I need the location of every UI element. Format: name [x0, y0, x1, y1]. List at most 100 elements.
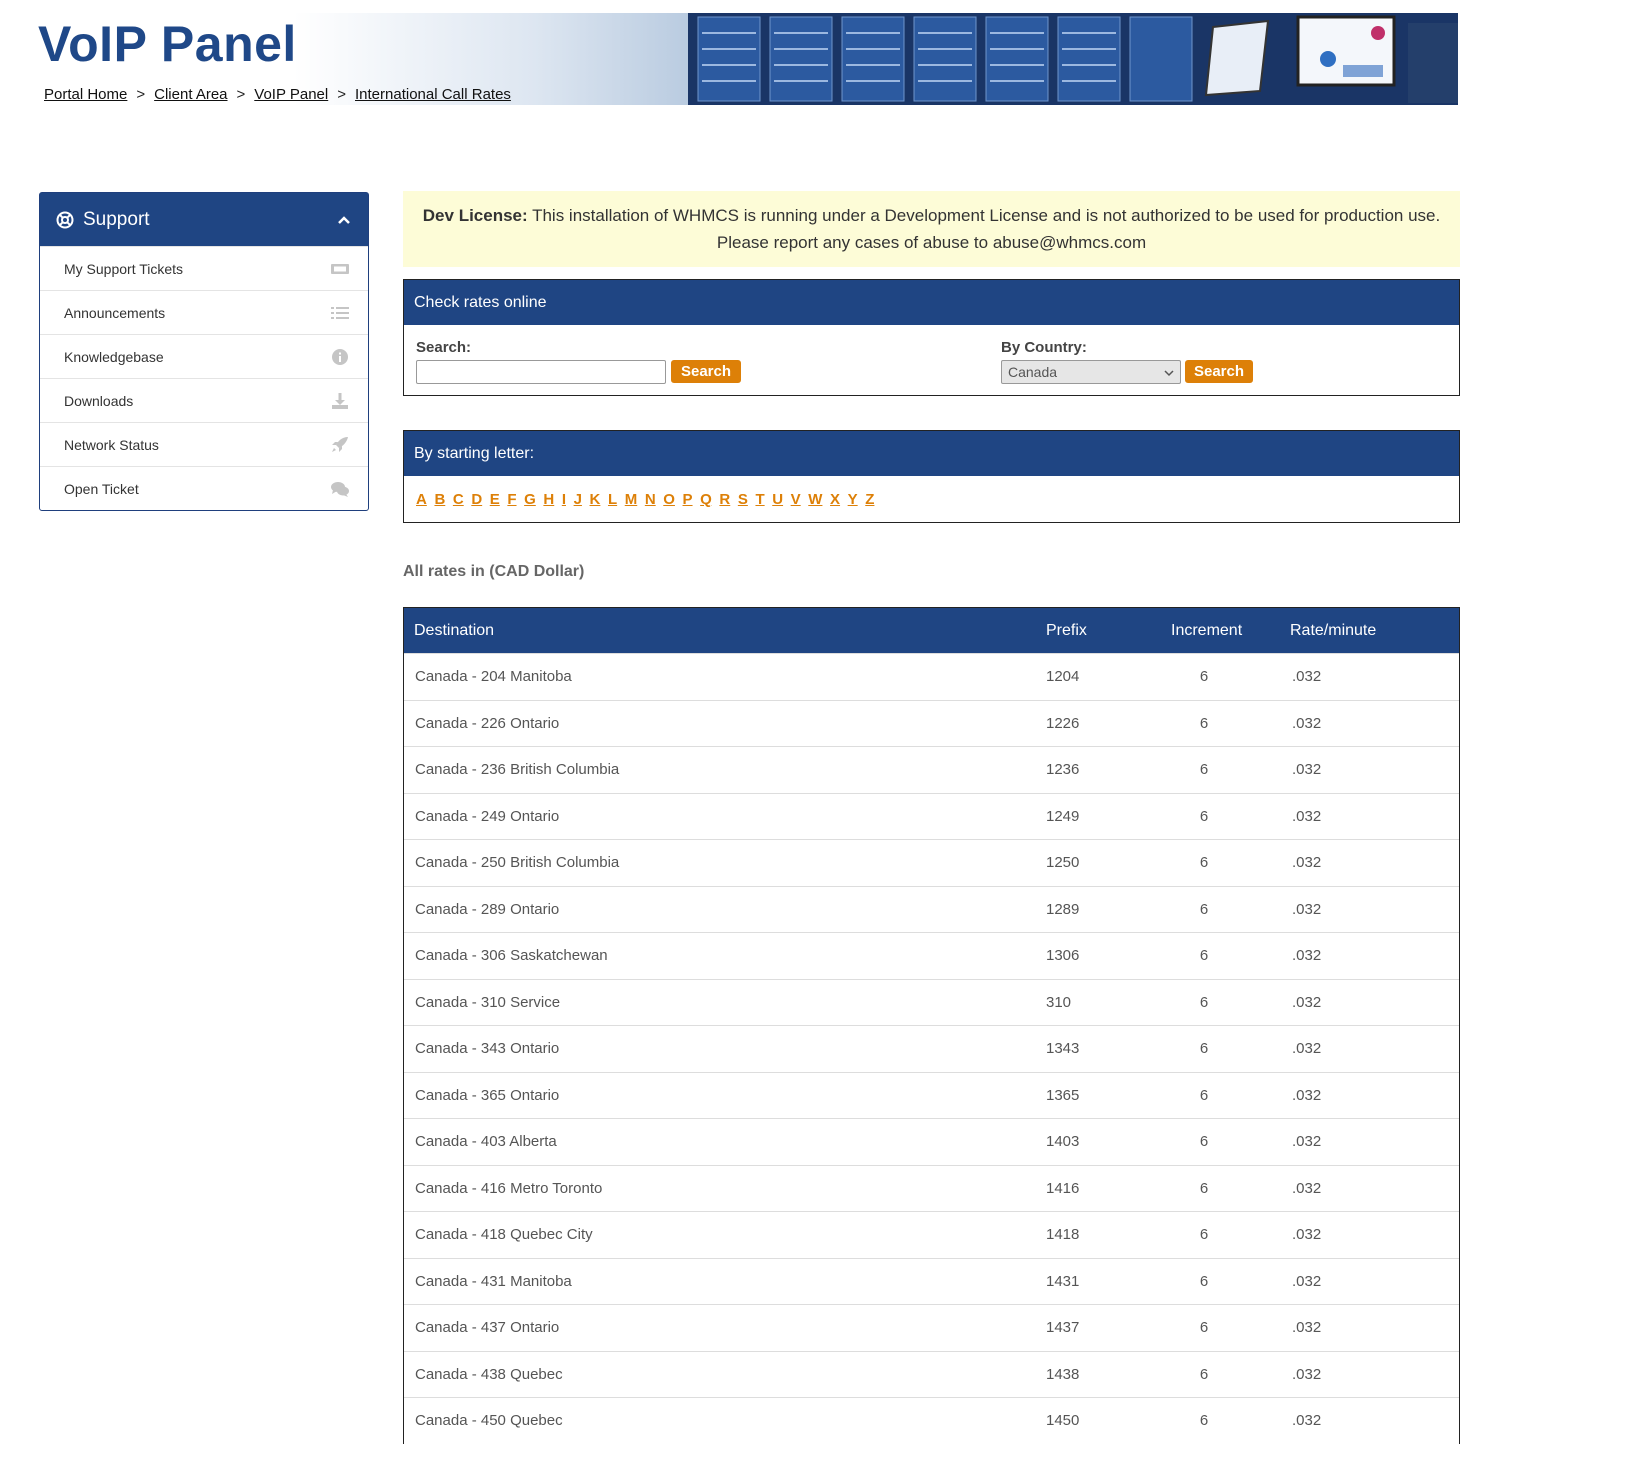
letter-link-i[interactable]: I — [562, 491, 566, 508]
breadcrumb-separator: > — [236, 86, 246, 103]
chevron-down-icon — [1164, 370, 1174, 377]
breadcrumb-separator: > — [136, 86, 146, 103]
letter-link-y[interactable]: Y — [848, 491, 858, 508]
cell-increment: 6 — [1199, 1133, 1209, 1151]
cell-rate: .032 — [1292, 807, 1322, 825]
letter-link-m[interactable]: M — [625, 491, 638, 508]
support-sidebar: Support My Support Tickets Announcements… — [39, 192, 369, 511]
letter-link-l[interactable]: L — [608, 491, 617, 508]
letter-link-k[interactable]: K — [590, 491, 601, 508]
cell-rate: .032 — [1292, 1179, 1322, 1197]
letter-link-s[interactable]: S — [738, 491, 748, 508]
letter-link-h[interactable]: H — [543, 491, 554, 508]
column-header-rate[interactable]: Rate/minute — [1290, 622, 1376, 640]
letter-link-x[interactable]: X — [830, 491, 840, 508]
cell-destination: Canada - 438 Quebec — [415, 1365, 563, 1383]
letter-link-f[interactable]: F — [507, 491, 516, 508]
letter-link-n[interactable]: N — [645, 491, 656, 508]
sidebar-header[interactable]: Support — [40, 193, 368, 246]
cell-destination: Canada - 437 Ontario — [415, 1319, 560, 1337]
table-row: Canada - 226 Ontario 1226 6 .032 — [404, 699, 1459, 747]
column-header-destination[interactable]: Destination — [414, 622, 494, 640]
cell-increment: 6 — [1199, 1412, 1209, 1430]
sidebar-item-open-ticket[interactable]: Open Ticket — [40, 466, 368, 510]
cell-prefix: 1289 — [1046, 900, 1080, 918]
cell-rate: .032 — [1292, 1365, 1322, 1383]
cell-rate: .032 — [1292, 900, 1322, 918]
breadcrumb: Portal Home > Client Area > VoIP Panel > Inter… — [44, 86, 511, 103]
letter-link-u[interactable]: U — [772, 491, 783, 508]
table-row: Canada - 365 Ontario 1365 6 .032 — [404, 1071, 1459, 1119]
search-button[interactable]: Search — [671, 360, 741, 383]
chevron-up-icon[interactable] — [336, 212, 352, 228]
column-header-increment[interactable]: Increment — [1171, 622, 1242, 640]
column-header-prefix[interactable]: Prefix — [1046, 622, 1087, 640]
cell-increment: 6 — [1199, 668, 1209, 686]
page-title: VoIP Panel — [38, 16, 297, 72]
cell-rate: .032 — [1292, 1133, 1322, 1151]
cell-increment: 6 — [1199, 1226, 1209, 1244]
sidebar-item-knowledgebase[interactable]: Knowledgebase — [40, 334, 368, 378]
cell-destination: Canada - 204 Manitoba — [415, 668, 572, 686]
sidebar-item-network-status[interactable]: Network Status — [40, 422, 368, 466]
sidebar-item-my-support-tickets[interactable]: My Support Tickets — [40, 246, 368, 290]
rocket-icon — [332, 436, 348, 452]
letter-link-t[interactable]: T — [755, 491, 764, 508]
cell-rate: .032 — [1292, 1412, 1322, 1430]
letter-link-p[interactable]: P — [683, 491, 693, 508]
cell-destination: Canada - 418 Quebec City — [415, 1226, 593, 1244]
country-select[interactable]: Canada — [1001, 360, 1181, 384]
sidebar-item-label: Open Ticket — [64, 480, 139, 497]
table-row: Canada - 249 Ontario 1249 6 .032 — [404, 792, 1459, 840]
letter-link-q[interactable]: Q — [700, 491, 712, 508]
sidebar-title: Support — [83, 208, 150, 230]
cell-prefix: 1403 — [1046, 1133, 1080, 1151]
cell-prefix: 1438 — [1046, 1365, 1080, 1383]
cell-prefix: 1450 — [1046, 1412, 1080, 1430]
letter-link-b[interactable]: B — [434, 491, 445, 508]
letter-link-g[interactable]: G — [524, 491, 536, 508]
letter-link-e[interactable]: E — [490, 491, 500, 508]
letter-link-a[interactable]: A — [416, 491, 427, 508]
cell-prefix: 1204 — [1046, 668, 1080, 686]
cell-increment: 6 — [1199, 1272, 1209, 1290]
letter-links: ABCDEFGHIJKLMNOPQRSTUVWXYZ — [404, 476, 1459, 522]
letter-link-r[interactable]: R — [719, 491, 730, 508]
letter-link-v[interactable]: V — [791, 491, 801, 508]
breadcrumb-client-area[interactable]: Client Area — [154, 86, 227, 103]
starting-letter-panel: By starting letter: ABCDEFGHIJKLMNOPQRST… — [403, 430, 1460, 523]
letter-link-o[interactable]: O — [663, 491, 675, 508]
server-rack-banner-image — [688, 13, 1458, 105]
country-search-button[interactable]: Search — [1185, 360, 1253, 383]
notice-text: This installation of WHMCS is running un… — [532, 206, 1441, 252]
sidebar-item-announcements[interactable]: Announcements — [40, 290, 368, 334]
check-rates-panel: Check rates online Search: Search By Cou… — [403, 279, 1460, 396]
cell-rate: .032 — [1292, 947, 1322, 965]
search-input[interactable] — [416, 360, 666, 384]
page-header: VoIP Panel Portal Home > Client Area > VoIP … — [38, 13, 1458, 105]
table-row: Canada - 403 Alberta 1403 6 .032 — [404, 1118, 1459, 1165]
cell-destination: Canada - 403 Alberta — [415, 1133, 557, 1151]
cell-prefix: 310 — [1046, 993, 1072, 1011]
cell-destination: Canada - 310 Service — [415, 993, 561, 1011]
letter-link-j[interactable]: J — [574, 491, 582, 508]
panel-title: Check rates online — [404, 280, 1459, 325]
letter-link-c[interactable]: C — [453, 491, 464, 508]
dev-license-notice: Dev License: This installation of WHMCS … — [403, 191, 1460, 267]
sidebar-item-label: Knowledgebase — [64, 348, 164, 365]
cell-rate: .032 — [1292, 1040, 1322, 1058]
breadcrumb-portal-home[interactable]: Portal Home — [44, 86, 127, 103]
sidebar-item-downloads[interactable]: Downloads — [40, 378, 368, 422]
letter-link-w[interactable]: W — [808, 491, 822, 508]
cell-increment: 6 — [1199, 1179, 1209, 1197]
letter-link-z[interactable]: Z — [865, 491, 874, 508]
table-row: Canada - 289 Ontario 1289 6 .032 — [404, 885, 1459, 933]
cell-increment: 6 — [1199, 1040, 1209, 1058]
letter-link-d[interactable]: D — [471, 491, 482, 508]
table-body: Canada - 204 Manitoba 1204 6.032 Canada - 2… — [404, 653, 1459, 1444]
life-ring-icon — [56, 211, 74, 228]
cell-destination: Canada - 431 Manitoba — [415, 1272, 572, 1290]
breadcrumb-voip-panel[interactable]: VoIP Panel — [254, 86, 328, 103]
breadcrumb-international-call-rates[interactable]: International Call Rates — [355, 86, 511, 103]
table-row: Canada - 204 Manitoba 1204 6 .032 — [404, 653, 1459, 700]
